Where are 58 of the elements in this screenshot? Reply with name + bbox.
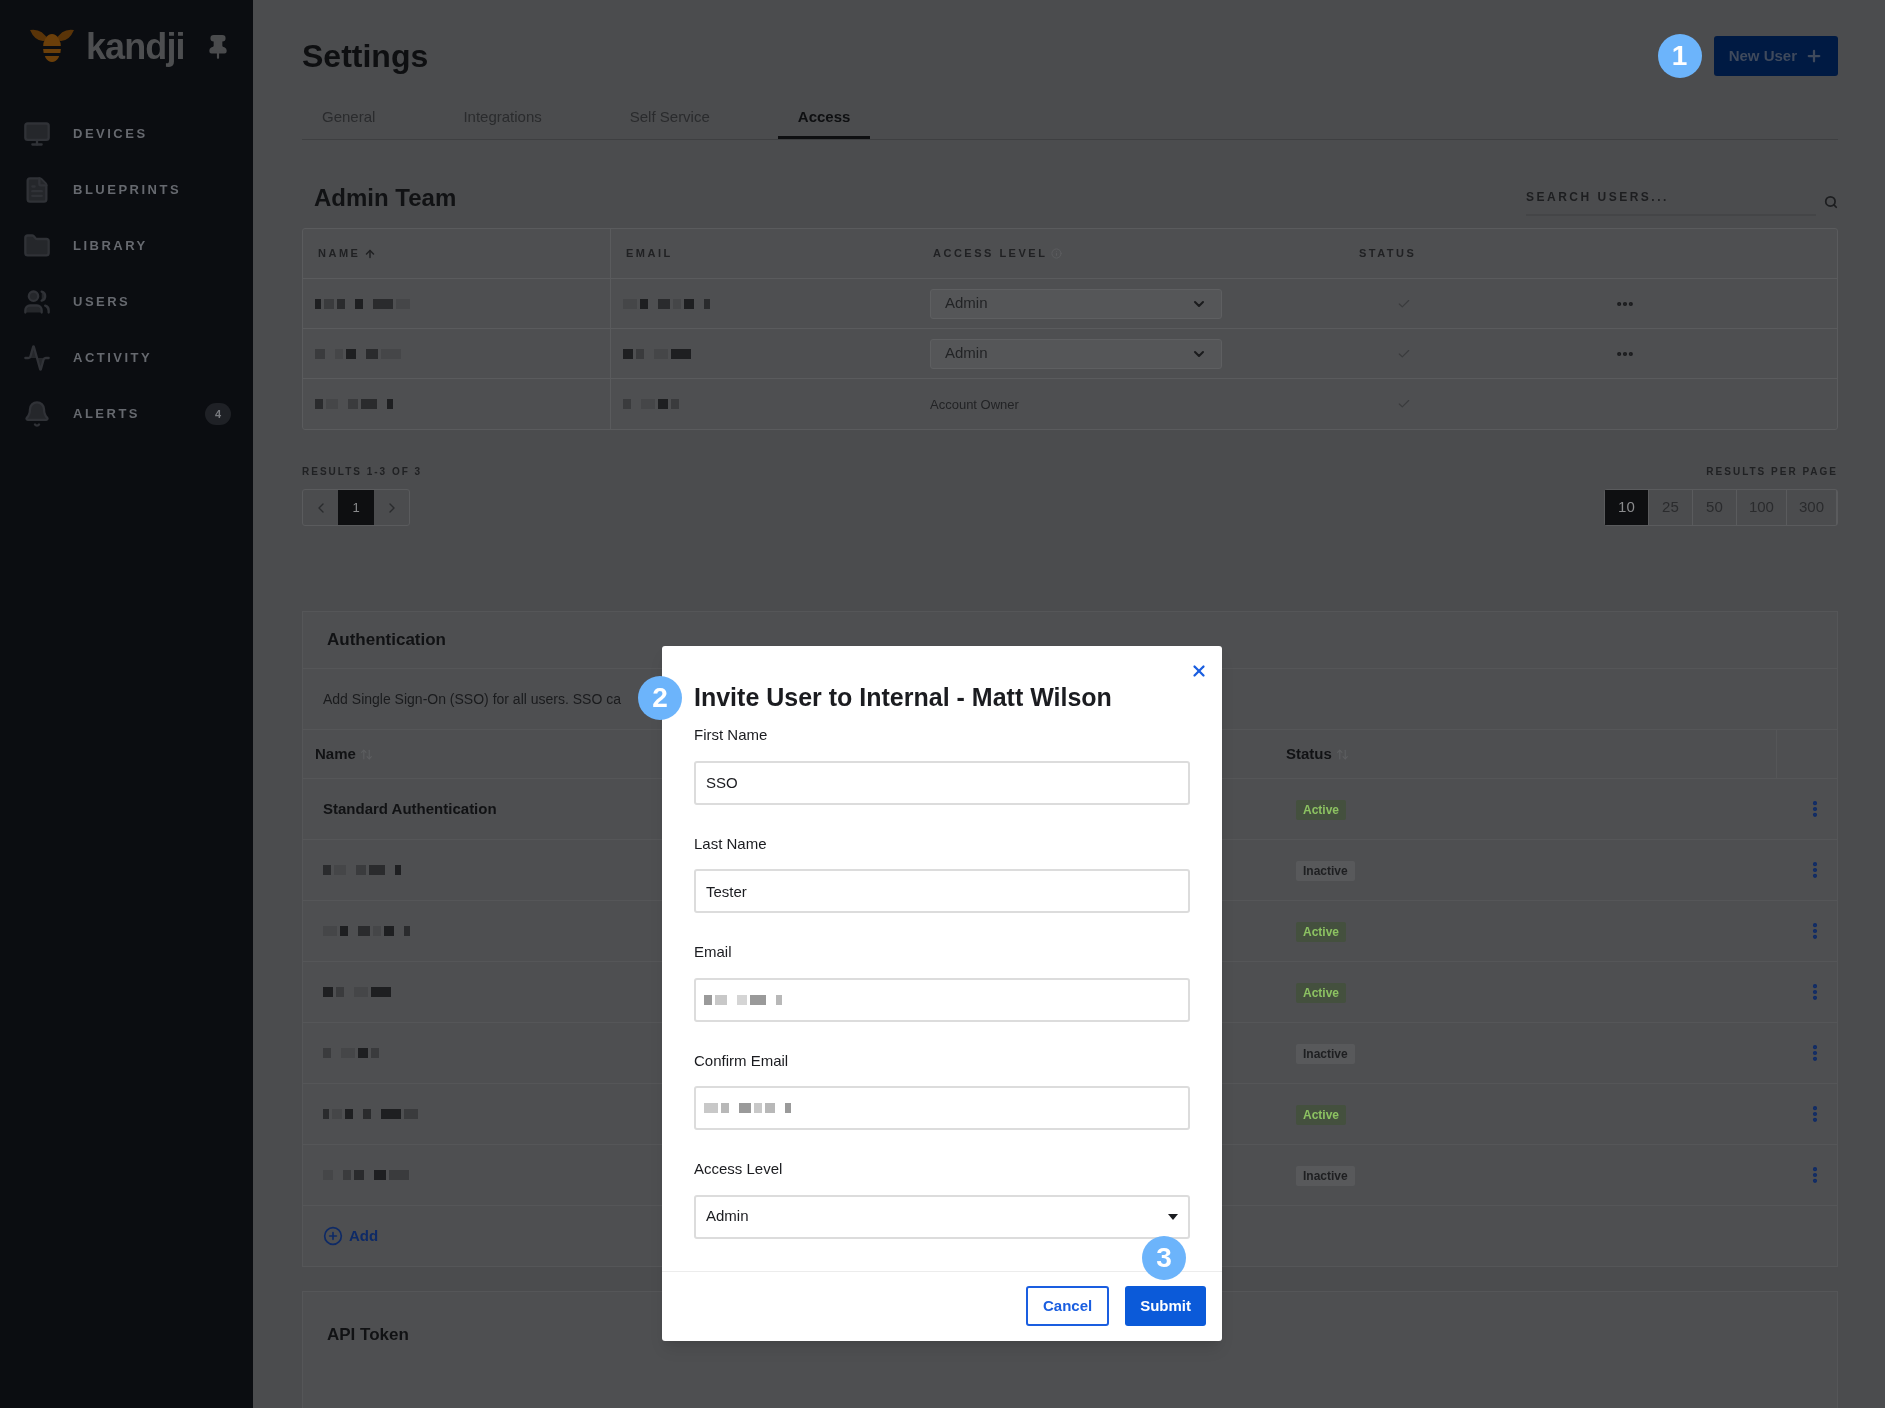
nav-item[interactable]: ALERTS 4 — [0, 386, 253, 442]
nav-item[interactable]: USERS — [0, 274, 253, 330]
search-icon — [1824, 195, 1838, 209]
caret-down-icon — [1168, 1213, 1178, 1220]
users-icon — [23, 288, 51, 316]
card-title: API Token — [327, 1325, 409, 1344]
dialog-title: Invite User to Internal - Matt Wilson — [694, 682, 1113, 713]
row-name: Standard Authentication — [323, 800, 497, 817]
nav-item[interactable]: BLUEPRINTS — [0, 162, 253, 218]
email-field[interactable] — [694, 977, 1190, 1022]
step-number-badge: 3 — [1142, 1235, 1186, 1280]
redacted-text — [323, 1048, 379, 1058]
step-number-badge: 2 — [638, 676, 682, 720]
monitor-icon — [23, 120, 51, 148]
nav-item[interactable]: ACTIVITY — [0, 330, 253, 386]
step-number-badge: 1 — [1657, 34, 1702, 78]
redacted-text — [323, 987, 391, 997]
nav-item[interactable]: LIBRARY — [0, 218, 253, 274]
text-field[interactable]: SSO — [694, 760, 1190, 805]
access-level-select[interactable]: Admin — [694, 1194, 1190, 1239]
section-title: Admin Team — [314, 183, 457, 213]
column-header[interactable]: Name — [315, 742, 356, 766]
card-title: Authentication — [327, 629, 446, 652]
folder-icon — [23, 232, 51, 260]
nav-item[interactable]: DEVICES — [0, 106, 253, 162]
plus-circle-icon — [323, 1226, 343, 1246]
status-tag: Inactive — [1296, 861, 1355, 881]
status-tag: Active — [1296, 800, 1347, 820]
email-field[interactable] — [694, 1086, 1190, 1130]
status-tag: Inactive — [1296, 1166, 1355, 1186]
add-link[interactable]: Add — [323, 1224, 379, 1248]
page-size-button[interactable]: 10 — [1604, 490, 1649, 525]
bell-icon — [23, 400, 51, 428]
column-header[interactable]: Status — [1286, 742, 1332, 766]
plus-icon — [1805, 47, 1823, 65]
field-label: Access Level — [694, 1159, 784, 1179]
new-user-button[interactable]: New User — [1713, 36, 1838, 76]
count-badge: 4 — [205, 403, 231, 425]
page-title: Settings — [302, 37, 429, 76]
field-label: Confirm Email — [694, 1050, 790, 1071]
field-label: First Name — [694, 725, 769, 745]
submit-button[interactable]: Submit — [1125, 1286, 1206, 1326]
field-label: Email — [694, 942, 733, 962]
status-tag: Inactive — [1296, 1044, 1355, 1064]
close-icon[interactable] — [1190, 662, 1208, 680]
redacted-text — [623, 348, 691, 359]
cancel-button[interactable]: Cancel — [1025, 1286, 1110, 1326]
page-button[interactable]: 1 — [338, 490, 374, 525]
status-tag: Active — [1296, 983, 1347, 1003]
tab[interactable]: Access — [777, 99, 871, 139]
text-field[interactable]: Tester — [694, 869, 1190, 913]
redacted-text — [623, 399, 679, 409]
field-label: Last Name — [694, 833, 768, 854]
status-tag: Active — [1296, 1105, 1347, 1125]
sort-arrow-icon — [364, 247, 377, 260]
status-tag: Active — [1296, 922, 1347, 942]
logo-wordmark: kandji — [86, 29, 185, 65]
pulse-icon — [23, 344, 51, 372]
